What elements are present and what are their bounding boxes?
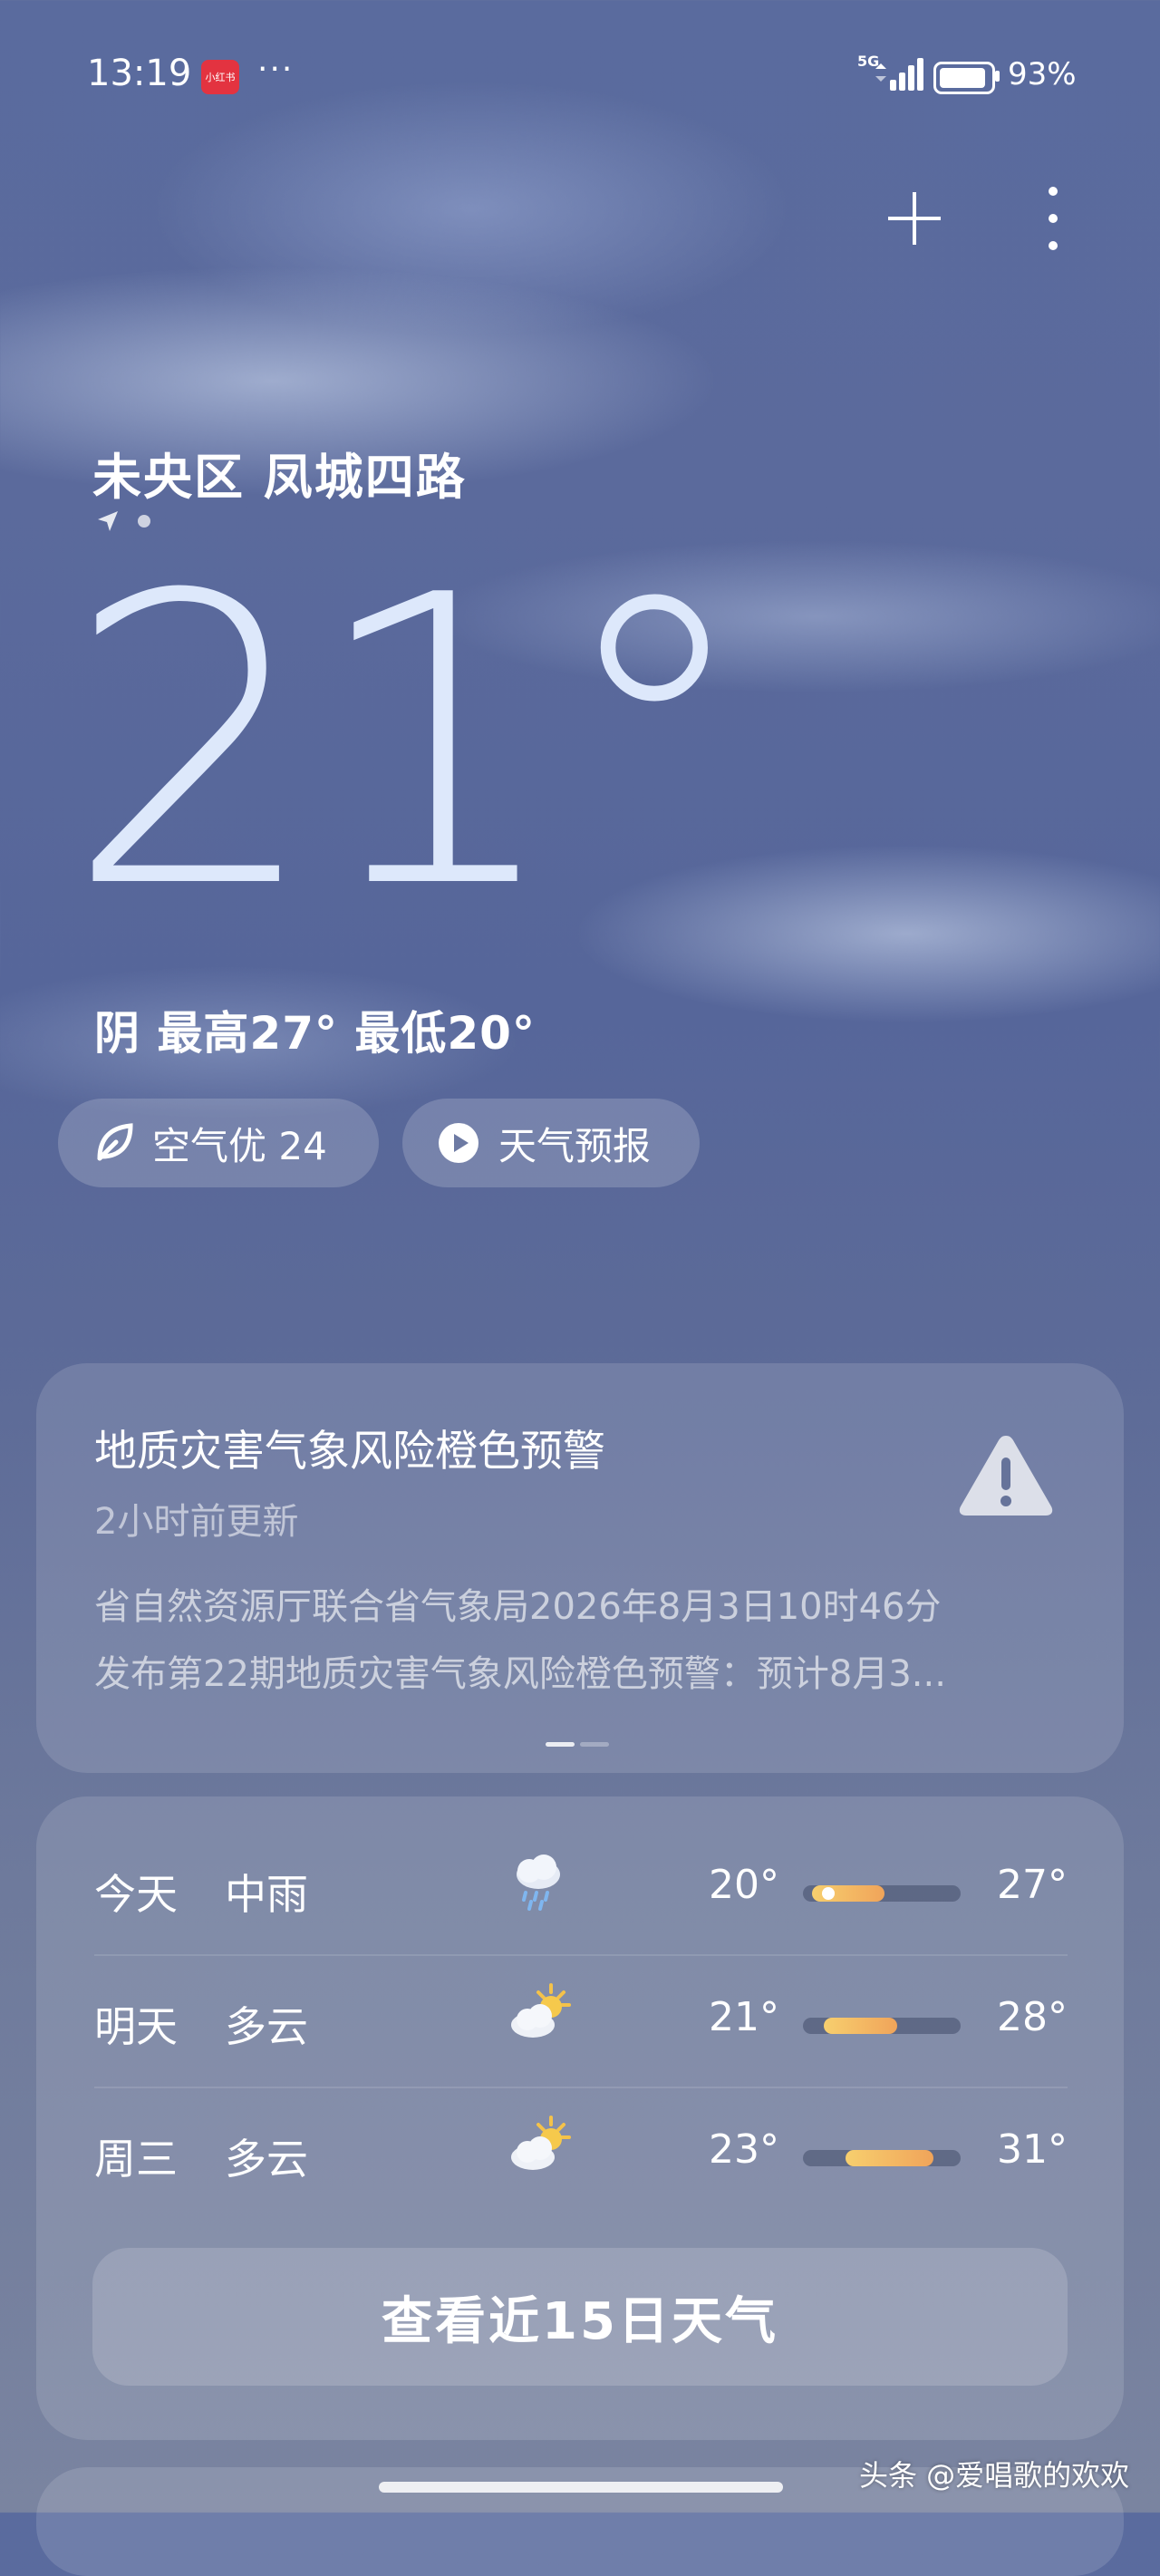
leaf-icon	[92, 1122, 134, 1164]
watermark: 头条 @爱唱歌的欢欢	[859, 2458, 1130, 2493]
partly-cloudy-icon	[506, 2114, 578, 2181]
warning-title: 地质灾害气象风险橙色预警	[94, 1427, 605, 1477]
forecast-condition: 中雨	[225, 1870, 308, 1919]
warning-triangle-icon	[959, 1436, 1053, 1516]
more-notifications-indicator: ···	[257, 51, 295, 88]
more-options-button[interactable]	[1042, 187, 1064, 250]
forecast-row[interactable]: 明天 多云 21° 28°	[94, 1954, 1068, 2087]
more-dot	[1049, 187, 1058, 196]
forecast-row[interactable]: 今天 中雨 20° 27°	[94, 1822, 1068, 1954]
weather-forecast-video-button[interactable]: 天气预报	[402, 1099, 700, 1187]
warning-pager	[546, 1742, 609, 1747]
view-15-day-button[interactable]: 查看近15日天气	[92, 2248, 1068, 2386]
battery-percent: 93%	[1008, 56, 1077, 92]
warning-body: 省自然资源厅联合省气象局2026年8月3日10时46分 发布第22期地质灾害气象…	[94, 1574, 1073, 1708]
signal-icon	[875, 58, 923, 91]
warning-line-2: 发布第22期地质灾害气象风险橙色预警：预计8月3...	[94, 1653, 946, 1695]
forecast-day: 今天	[94, 1870, 178, 1919]
forecast-video-label: 天气预报	[498, 1123, 652, 1168]
forecast-condition: 多云	[225, 2002, 308, 2051]
weather-summary: 阴 最高27° 最低20°	[94, 1007, 536, 1060]
forecast-low: 20°	[709, 1862, 779, 1908]
forecast-row[interactable]: 周三 多云 23° 31°	[94, 2087, 1068, 2219]
partly-cloudy-icon	[506, 1981, 578, 2048]
play-icon	[437, 1121, 480, 1165]
rain-cloud-icon	[506, 1849, 569, 1916]
forecast-high: 28°	[997, 1994, 1068, 2040]
forecast-condition: 多云	[225, 2135, 308, 2184]
temp-range-fill	[823, 2018, 898, 2034]
current-temp-marker	[821, 1887, 835, 1900]
status-time: 13:19	[87, 53, 192, 94]
pager-active	[546, 1742, 575, 1747]
forecast-low: 23°	[709, 2126, 779, 2173]
temp-range-fill	[845, 2150, 934, 2166]
location-name[interactable]: 未央区 凤城四路	[92, 437, 467, 508]
air-quality-label: 空气优 24	[152, 1123, 327, 1168]
temp-range-bar	[803, 2018, 961, 2034]
more-dot	[1049, 214, 1058, 223]
pager-inactive	[580, 1742, 609, 1747]
forecast-day: 周三	[94, 2135, 178, 2184]
app-notification-icon: 小红书	[201, 60, 239, 94]
battery-icon	[933, 62, 995, 94]
forecast-day: 明天	[94, 2002, 178, 2051]
warning-updated: 2小时前更新	[94, 1501, 299, 1543]
warning-line-1: 省自然资源厅联合省气象局2026年8月3日10时46分	[94, 1586, 942, 1628]
temp-range-bar	[803, 1885, 961, 1902]
more-dot	[1049, 241, 1058, 250]
forecast-high: 31°	[997, 2126, 1068, 2173]
current-temperature: 21°	[65, 511, 754, 975]
temp-range-bar	[803, 2150, 961, 2166]
forecast-high: 27°	[997, 1862, 1068, 1908]
home-indicator[interactable]	[379, 2482, 783, 2493]
add-city-button[interactable]	[883, 187, 946, 250]
battery-tip	[995, 71, 1000, 82]
forecast-low: 21°	[709, 1994, 779, 2040]
air-quality-button[interactable]: 空气优 24	[58, 1099, 379, 1187]
